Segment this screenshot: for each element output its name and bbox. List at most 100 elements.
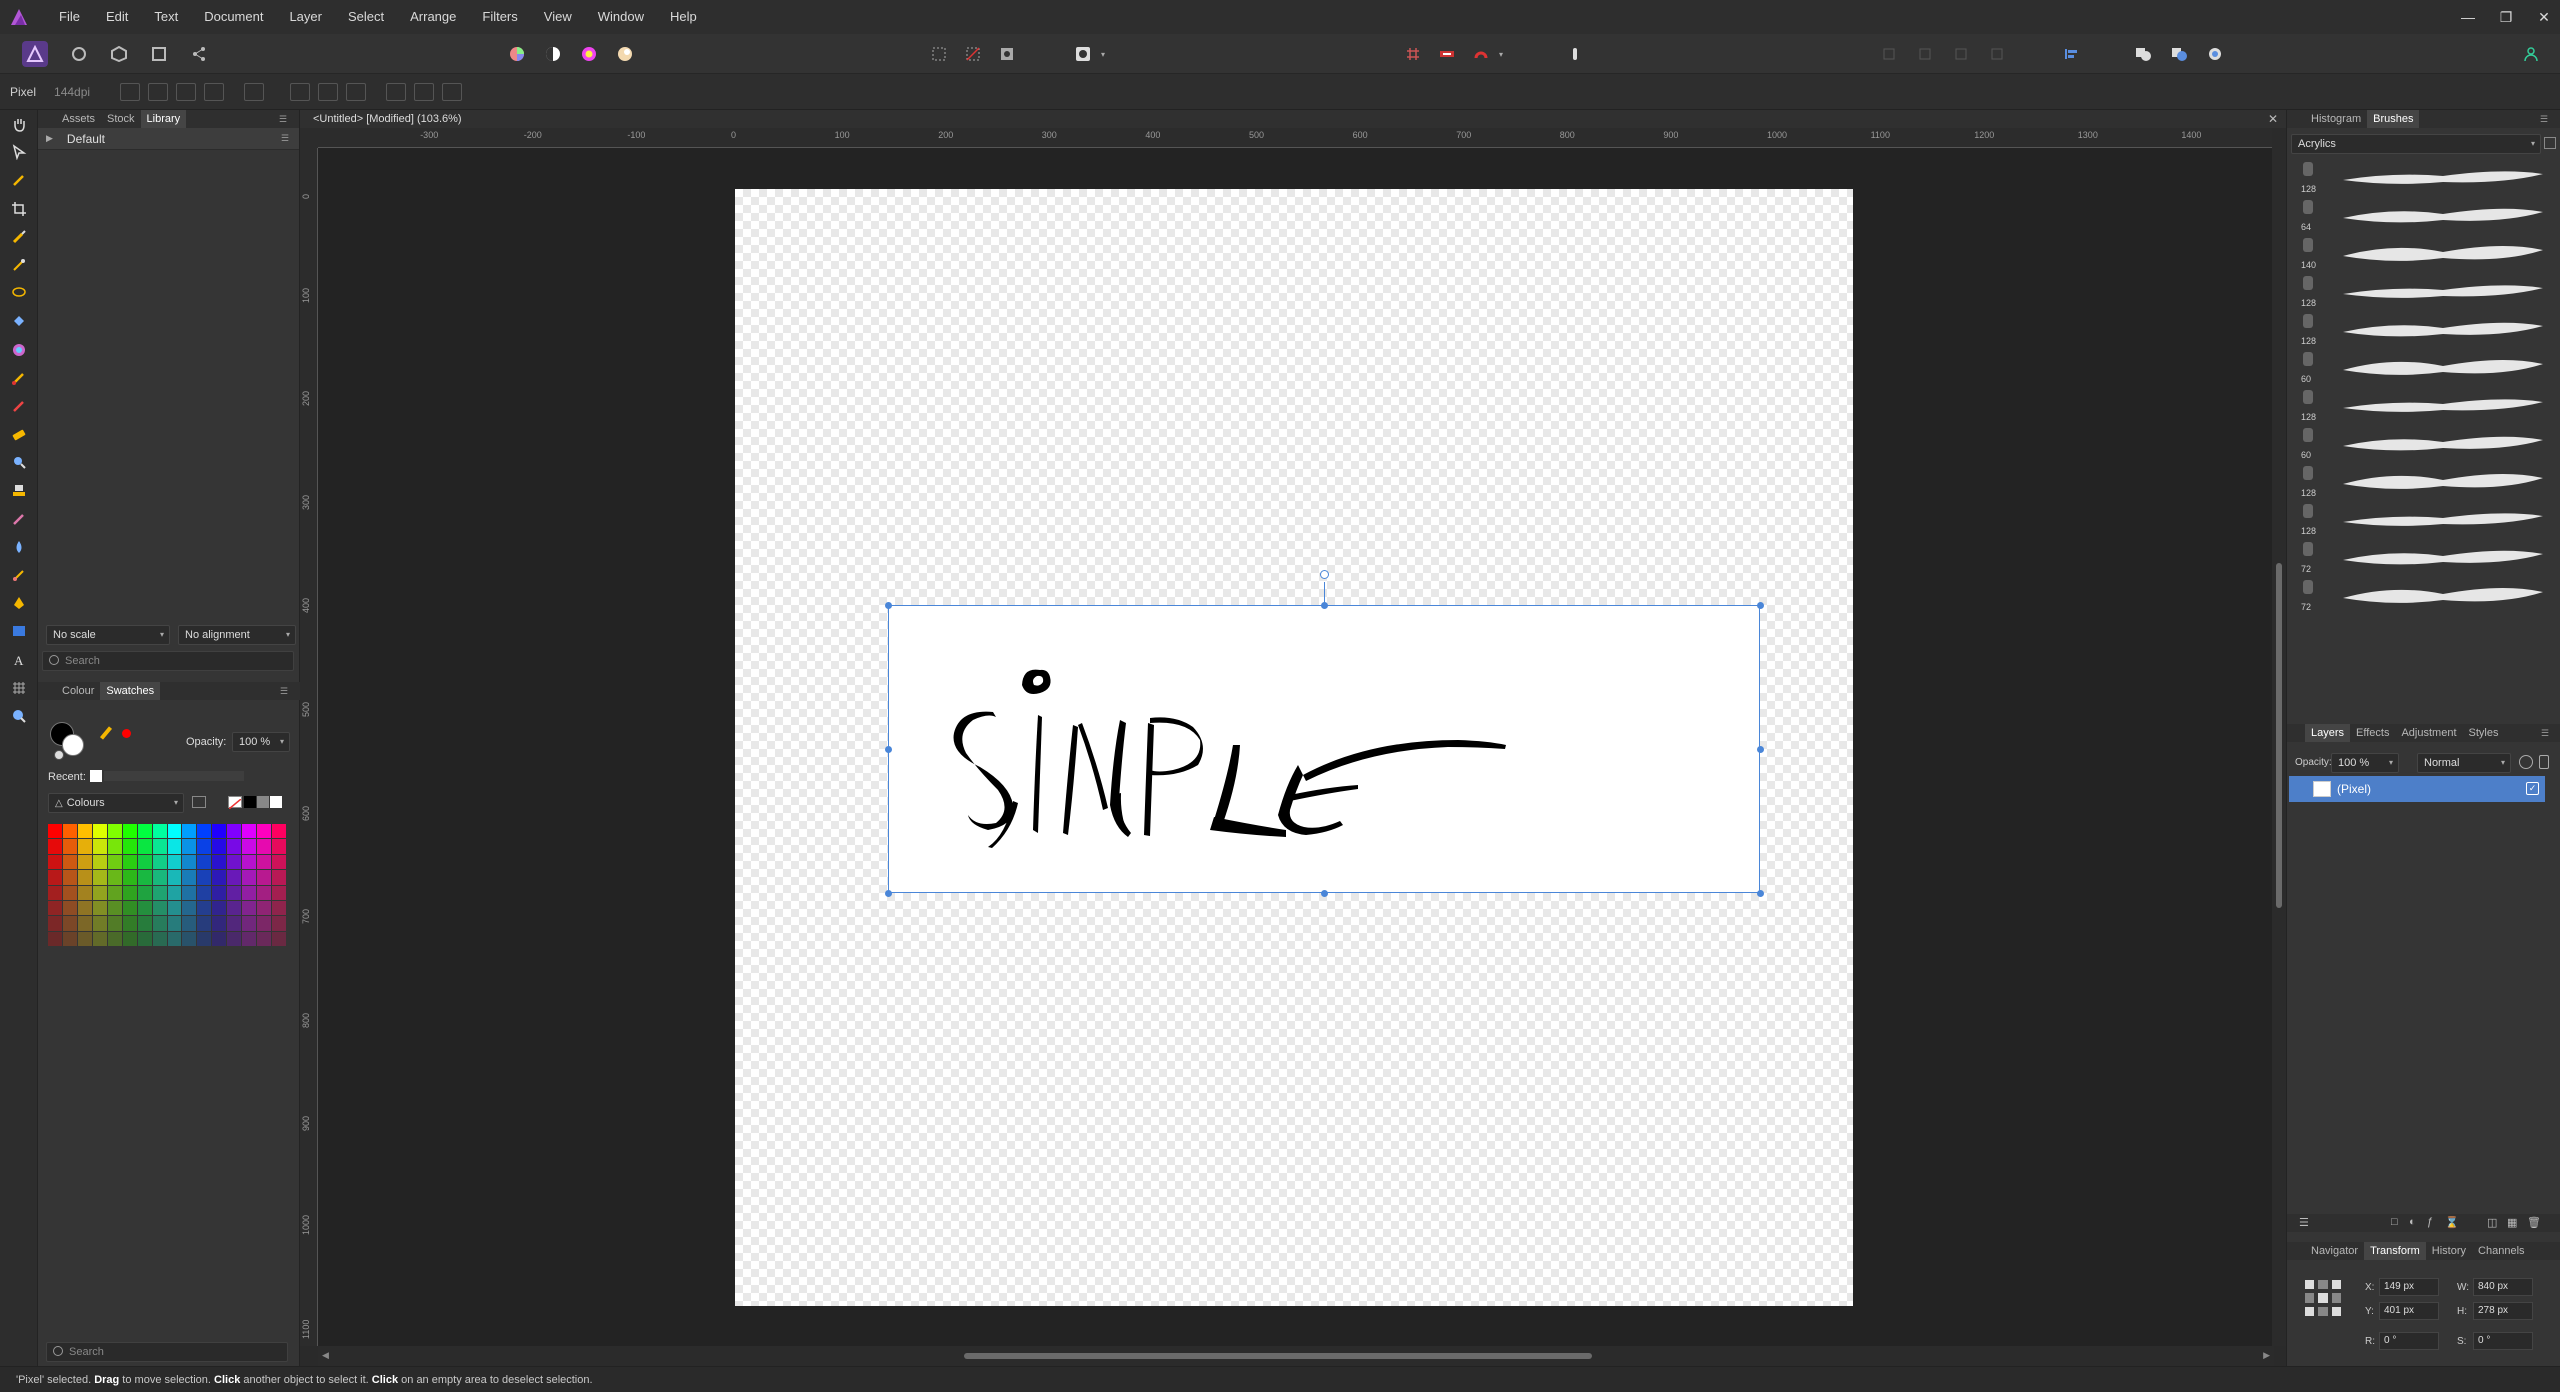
menu-view[interactable]: View (531, 0, 585, 34)
colour-swatch[interactable] (242, 931, 257, 946)
none-colour-swatch[interactable] (228, 796, 242, 810)
menu-filters[interactable]: Filters (469, 0, 530, 34)
crop-tool-icon[interactable] (0, 195, 38, 223)
colour-swatch[interactable] (92, 870, 107, 885)
colour-swatch[interactable] (77, 854, 92, 870)
colour-swatch[interactable] (212, 854, 227, 870)
marquee-select-icon[interactable] (926, 41, 952, 67)
white-balance-icon[interactable] (612, 41, 638, 67)
blur-brush-tool-icon[interactable] (0, 533, 38, 561)
colour-swatch[interactable] (197, 839, 212, 854)
colour-swatch[interactable] (242, 916, 257, 931)
brush-item[interactable]: 128 (2287, 310, 2560, 348)
colour-swatch[interactable] (152, 900, 167, 916)
colour-swatch[interactable] (77, 885, 92, 900)
layers-panel-menu-icon[interactable]: ☰ (2535, 724, 2555, 742)
colour-swatch[interactable] (77, 870, 92, 885)
colour-swatch[interactable] (107, 854, 122, 870)
swap-colours-icon[interactable] (54, 750, 64, 760)
colour-swatch[interactable] (122, 916, 137, 931)
document-tab[interactable]: <Untitled> [Modified] (103.6%) ✕ (300, 110, 2286, 128)
add-pixel-layer-icon[interactable]: ▦ (2507, 1216, 2517, 1229)
layer-settings-gear-icon[interactable] (2519, 755, 2533, 769)
colour-swatch[interactable] (48, 931, 62, 946)
colour-swatch[interactable] (272, 854, 286, 870)
tab-library[interactable]: Library (140, 110, 187, 128)
bottom-search-input[interactable]: Search (46, 1342, 288, 1362)
delete-layer-icon[interactable]: 🗑 (2527, 1216, 2541, 1229)
colour-swatch[interactable] (122, 900, 137, 916)
colour-swatch[interactable] (92, 931, 107, 946)
ruler-origin[interactable] (300, 128, 318, 148)
snapping-dropdown-icon[interactable]: ▾ (1494, 41, 1508, 67)
colour-swatch[interactable] (257, 916, 272, 931)
colour-swatch[interactable] (48, 900, 62, 916)
colour-swatch[interactable] (107, 900, 122, 916)
flood-select-tool-icon[interactable] (0, 251, 38, 279)
pen-tool-icon[interactable] (0, 589, 38, 617)
brush-options-icon[interactable] (2544, 137, 2556, 149)
colour-swatch[interactable] (167, 824, 182, 839)
colour-swatch[interactable] (197, 870, 212, 885)
menu-help[interactable]: Help (657, 0, 710, 34)
colour-swatch[interactable] (227, 916, 242, 931)
transform-origin-icon[interactable] (120, 82, 141, 101)
tab-stock[interactable]: Stock (101, 110, 141, 128)
colour-swatch[interactable] (182, 839, 197, 854)
colour-swatch[interactable] (242, 885, 257, 900)
colour-swatch[interactable] (257, 885, 272, 900)
colour-swatch[interactable] (152, 839, 167, 854)
colour-swatch[interactable] (48, 839, 62, 854)
view-tool-hand-icon[interactable] (0, 110, 38, 138)
colour-swatch[interactable] (167, 916, 182, 931)
menu-document[interactable]: Document (191, 0, 276, 34)
colour-swatch[interactable] (182, 870, 197, 885)
colour-swatch[interactable] (242, 900, 257, 916)
x-field[interactable]: 149 px (2379, 1278, 2439, 1296)
alignment-dropdown[interactable]: No alignment ▾ (178, 625, 296, 645)
colour-swatch[interactable] (137, 916, 152, 931)
clone-brush-tool-icon[interactable] (0, 476, 38, 504)
tab-histogram[interactable]: Histogram (2305, 110, 2367, 128)
colour-swatch[interactable] (197, 824, 212, 839)
colour-swatch[interactable] (257, 824, 272, 839)
colour-swatch[interactable] (62, 854, 77, 870)
black-swatch[interactable] (244, 796, 256, 808)
layer-opacity-field[interactable]: 100 % ▾ (2331, 753, 2399, 773)
quick-mask-dropdown-icon[interactable]: ▾ (1096, 41, 1110, 67)
mesh-warp-tool-icon[interactable] (0, 674, 38, 702)
brush-item[interactable]: 128 (2287, 386, 2560, 424)
colour-swatch[interactable] (62, 900, 77, 916)
erase-brush-tool-icon[interactable] (0, 420, 38, 448)
colour-panel-menu-icon[interactable]: ☰ (274, 682, 294, 700)
colour-swatch[interactable] (227, 854, 242, 870)
align-top-icon[interactable] (386, 82, 407, 101)
colour-swatch[interactable] (137, 824, 152, 839)
close-document-icon[interactable]: ✕ (2268, 110, 2278, 128)
liquify-persona-icon[interactable] (66, 41, 92, 67)
colour-swatch[interactable] (167, 870, 182, 885)
colour-swatch[interactable] (272, 900, 286, 916)
selection-brush-tool-icon[interactable] (0, 223, 38, 251)
paint-brush-tool-icon[interactable] (0, 364, 38, 392)
colour-swatch[interactable] (62, 839, 77, 854)
contrast-icon[interactable] (540, 41, 566, 67)
colour-swatch[interactable] (227, 870, 242, 885)
assistant-icon[interactable] (1562, 41, 1588, 67)
colour-swatch[interactable] (92, 854, 107, 870)
colour-swatch[interactable] (212, 900, 227, 916)
colour-swatch[interactable] (272, 824, 286, 839)
colour-swatch[interactable] (122, 854, 137, 870)
account-icon[interactable] (2518, 41, 2544, 67)
colour-swatch[interactable] (182, 824, 197, 839)
opacity-field[interactable]: 100 % ▾ (232, 732, 290, 752)
colour-swatch[interactable] (77, 900, 92, 916)
fx-icon[interactable]: ⌛ (2445, 1216, 2459, 1229)
vertical-scrollbar[interactable] (2272, 128, 2286, 1346)
alignment-icon[interactable] (2058, 41, 2084, 67)
w-field[interactable]: 840 px (2473, 1278, 2533, 1296)
smudge-brush-tool-icon[interactable] (0, 561, 38, 589)
adjustment-layer-icon[interactable]: ◐ (2409, 1216, 2416, 1228)
colour-swatch[interactable] (227, 900, 242, 916)
colour-swatch[interactable] (272, 931, 286, 946)
